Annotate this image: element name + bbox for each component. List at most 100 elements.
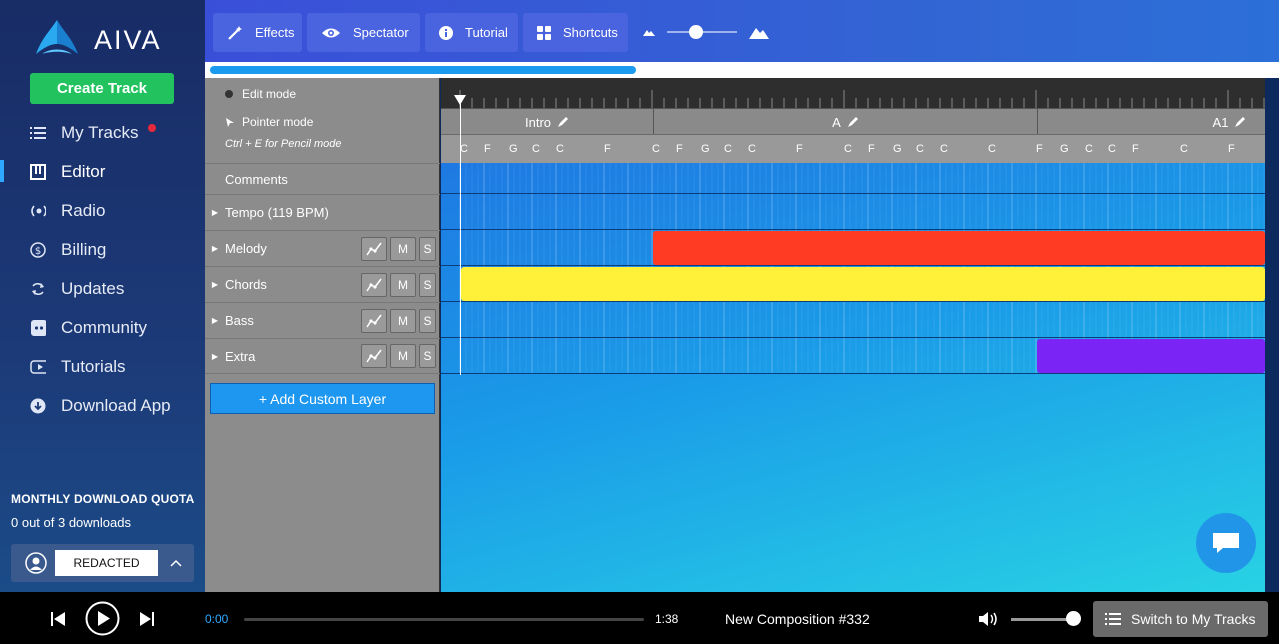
chord-label[interactable]: F: [676, 143, 683, 155]
chord-label[interactable]: C: [844, 143, 852, 155]
chord-label[interactable]: F: [604, 143, 611, 155]
chord-label[interactable]: G: [701, 143, 710, 155]
zoom-in-icon[interactable]: [749, 26, 769, 39]
chord-label[interactable]: G: [509, 143, 518, 155]
time-ruler[interactable]: [441, 78, 1265, 108]
sidebar-item-radio[interactable]: Radio: [0, 191, 205, 230]
zoom-out-icon[interactable]: [643, 28, 655, 36]
user-box[interactable]: REDACTED: [11, 544, 194, 582]
solo-button[interactable]: S: [419, 344, 436, 368]
expand-arrow-icon[interactable]: ▶: [205, 280, 225, 289]
chord-label[interactable]: F: [796, 143, 803, 155]
automation-button[interactable]: [361, 344, 387, 368]
volume-slider[interactable]: [1011, 618, 1073, 621]
chord-label[interactable]: G: [893, 143, 902, 155]
chord-label[interactable]: C: [988, 143, 996, 155]
skip-back-icon[interactable]: [51, 611, 65, 627]
melody-block[interactable]: [653, 231, 1265, 265]
tempo-lane[interactable]: [441, 194, 1265, 230]
chord-label[interactable]: C: [940, 143, 948, 155]
switch-to-my-tracks-button[interactable]: Switch to My Tracks: [1093, 601, 1268, 637]
chord-label[interactable]: C: [748, 143, 756, 155]
chords-block[interactable]: [461, 267, 1265, 301]
create-track-button[interactable]: Create Track: [30, 73, 174, 104]
sidebar-item-tutorials[interactable]: Tutorials: [0, 347, 205, 386]
play-button[interactable]: [85, 601, 120, 636]
track-row-extra[interactable]: ▶ Extra M S: [205, 338, 440, 374]
mute-button[interactable]: M: [390, 272, 416, 297]
timeline[interactable]: Intro A A1 C F G C C F C F G C C F C F G C C C F G C C F C F: [441, 78, 1265, 592]
chord-label[interactable]: G: [1060, 143, 1069, 155]
automation-button[interactable]: [361, 308, 387, 333]
expand-arrow-icon[interactable]: ▶: [205, 352, 225, 361]
bass-lane[interactable]: [441, 302, 1265, 338]
comments-lane[interactable]: [441, 163, 1265, 194]
tempo-row[interactable]: ▶ Tempo (119 BPM): [205, 194, 440, 230]
chord-label[interactable]: C: [916, 143, 924, 155]
extra-lane[interactable]: [441, 338, 1265, 374]
chord-label[interactable]: F: [1228, 143, 1235, 155]
shortcuts-button[interactable]: Shortcuts: [523, 13, 628, 52]
expand-arrow-icon[interactable]: ▶: [205, 316, 225, 325]
chord-label[interactable]: C: [460, 143, 468, 155]
zoom-slider[interactable]: [667, 25, 737, 39]
skip-forward-icon[interactable]: [140, 611, 154, 627]
chevron-up-icon[interactable]: [170, 559, 182, 567]
extra-block[interactable]: [1037, 339, 1265, 373]
sidebar-item-updates[interactable]: Updates: [0, 269, 205, 308]
melody-lane[interactable]: [441, 230, 1265, 266]
track-row-bass[interactable]: ▶ Bass M S: [205, 302, 440, 338]
section-a1[interactable]: A1: [1037, 109, 1265, 135]
expand-arrow-icon[interactable]: ▶: [205, 244, 225, 253]
chat-button[interactable]: [1196, 513, 1256, 573]
edit-section-icon[interactable]: [557, 116, 569, 128]
chord-label[interactable]: C: [1085, 143, 1093, 155]
mute-button[interactable]: M: [390, 344, 416, 368]
expand-arrow-icon[interactable]: ▶: [205, 208, 225, 217]
chord-row[interactable]: CFGCCFCFGCCFCFGCCCFGCCFCF: [441, 134, 1265, 163]
chord-label[interactable]: C: [1180, 143, 1188, 155]
edit-mode-option[interactable]: Edit mode: [225, 87, 296, 101]
playhead-line[interactable]: [460, 100, 461, 375]
edit-section-icon[interactable]: [847, 116, 859, 128]
sidebar-item-editor[interactable]: Editor: [0, 152, 205, 191]
volume-slider-knob[interactable]: [1066, 611, 1081, 626]
track-row-melody[interactable]: ▶ Melody M S: [205, 230, 440, 266]
automation-button[interactable]: [361, 272, 387, 297]
chord-label[interactable]: F: [484, 143, 491, 155]
solo-button[interactable]: S: [419, 236, 436, 261]
playback-scrubber[interactable]: [244, 618, 644, 621]
chord-label[interactable]: F: [1036, 143, 1043, 155]
sidebar-item-my-tracks[interactable]: My Tracks: [0, 113, 205, 152]
mute-button[interactable]: M: [390, 308, 416, 333]
section-a[interactable]: A: [653, 109, 1037, 135]
chord-label[interactable]: C: [556, 143, 564, 155]
solo-button[interactable]: S: [419, 272, 436, 297]
automation-button[interactable]: [361, 236, 387, 261]
tutorial-button[interactable]: Tutorial: [425, 13, 518, 52]
spectator-button[interactable]: Spectator: [307, 13, 420, 52]
chords-lane[interactable]: [441, 266, 1265, 302]
sidebar-item-download-app[interactable]: Download App: [0, 386, 205, 425]
add-custom-layer-button[interactable]: + Add Custom Layer: [210, 383, 435, 414]
chord-label[interactable]: F: [1132, 143, 1139, 155]
sidebar-item-billing[interactable]: $ Billing: [0, 230, 205, 269]
track-row-chords[interactable]: ▶ Chords M S: [205, 266, 440, 302]
zoom-slider-knob[interactable]: [689, 25, 704, 39]
mute-button[interactable]: M: [390, 236, 416, 261]
effects-button[interactable]: Effects: [213, 13, 302, 52]
section-intro[interactable]: Intro: [441, 109, 653, 135]
magic-wand-icon: [227, 25, 243, 41]
chord-label[interactable]: C: [1108, 143, 1116, 155]
chord-label[interactable]: C: [652, 143, 660, 155]
logo[interactable]: AIVA: [34, 18, 162, 63]
pointer-mode-option[interactable]: Pointer mode: [225, 115, 313, 129]
chord-label[interactable]: C: [724, 143, 732, 155]
edit-section-icon[interactable]: [1234, 116, 1246, 128]
volume-icon[interactable]: [978, 610, 1000, 628]
sidebar-item-community[interactable]: Community: [0, 308, 205, 347]
chord-label[interactable]: C: [532, 143, 540, 155]
comments-row[interactable]: Comments: [205, 163, 440, 194]
chord-label[interactable]: F: [868, 143, 875, 155]
solo-button[interactable]: S: [419, 308, 436, 333]
